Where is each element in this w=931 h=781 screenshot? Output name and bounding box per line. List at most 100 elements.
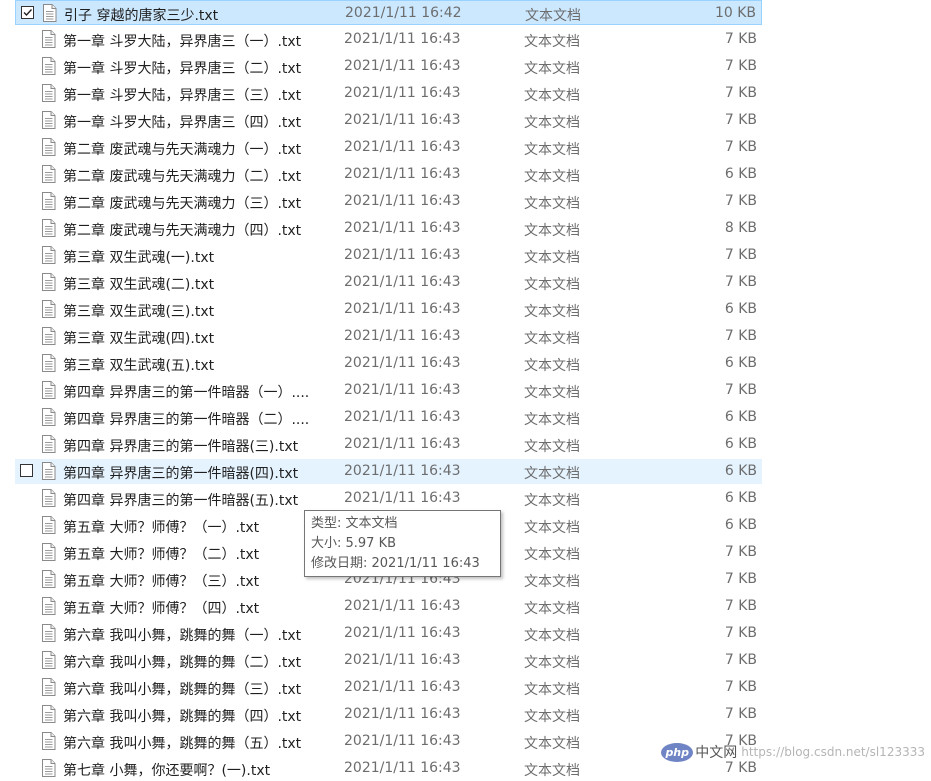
file-row[interactable]: 第三章 双生武魂(四).txt 2021/1/11 16:43 文本文档 7 KB: [15, 324, 762, 349]
file-row[interactable]: 第三章 双生武魂(一).txt 2021/1/11 16:43 文本文档 7 KB: [15, 243, 762, 268]
file-row[interactable]: 第四章 异界唐三的第一件暗器（二）.... 2021/1/11 16:43 文本文档…: [15, 405, 762, 430]
text-file-icon: [41, 30, 56, 48]
text-file-icon: [41, 138, 56, 156]
file-size: 7 KB: [724, 247, 757, 263]
file-modified-date: 2021/1/11 16:43: [344, 58, 461, 74]
file-type: 文本文档: [524, 331, 580, 347]
file-type: 文本文档: [524, 763, 580, 779]
file-modified-date: 2021/1/11 16:42: [345, 5, 462, 21]
file-row[interactable]: 第二章 废武魂与先天满魂力（一）.txt 2021/1/11 16:43 文本文档 7…: [15, 135, 762, 160]
file-row[interactable]: 第一章 斗罗大陆，异界唐三（二）.txt 2021/1/11 16:43 文本文档 7…: [15, 54, 762, 79]
text-file-icon: [41, 651, 56, 669]
tooltip-modified: 修改日期: 2021/1/11 16:43: [311, 556, 480, 571]
file-modified-date: 2021/1/11 16:43: [344, 463, 461, 479]
text-file-icon: [41, 462, 56, 480]
row-checkbox[interactable]: [20, 464, 33, 477]
file-row[interactable]: 第四章 异界唐三的第一件暗器(五).txt 2021/1/11 16:43 文本文档…: [15, 486, 762, 511]
file-type: 文本文档: [524, 412, 580, 428]
watermark-url: https://blog.csdn.net/sl123333: [741, 745, 925, 759]
text-file-icon: [41, 57, 56, 75]
file-type: 文本文档: [524, 358, 580, 374]
file-name: 第三章 双生武魂(一).txt: [63, 250, 215, 266]
file-type: 文本文档: [524, 601, 580, 617]
file-name: 第五章 大师？师傅？（二）.txt: [63, 547, 260, 563]
file-name: 第三章 双生武魂(三).txt: [63, 304, 215, 320]
file-row[interactable]: 第六章 我叫小舞，跳舞的舞（五）.txt 2021/1/11 16:43 文本文档 7…: [15, 729, 762, 754]
file-name: 第四章 异界唐三的第一件暗器(四).txt: [63, 466, 299, 482]
file-size: 7 KB: [724, 328, 757, 344]
file-row[interactable]: 第一章 斗罗大陆，异界唐三（一）.txt 2021/1/11 16:43 文本文档 7…: [15, 27, 762, 52]
file-info-tooltip: 类型: 文本文档 大小: 5.97 KB 修改日期: 2021/1/11 16:…: [304, 510, 501, 577]
file-row[interactable]: 第二章 废武魂与先天满魂力（二）.txt 2021/1/11 16:43 文本文档 6…: [15, 162, 762, 187]
file-type: 文本文档: [524, 115, 580, 131]
file-type: 文本文档: [524, 574, 580, 590]
file-type: 文本文档: [524, 655, 580, 671]
file-row[interactable]: 第二章 废武魂与先天满魂力（三）.txt 2021/1/11 16:43 文本文档 7…: [15, 189, 762, 214]
file-row[interactable]: 第一章 斗罗大陆，异界唐三（三）.txt 2021/1/11 16:43 文本文档 7…: [15, 81, 762, 106]
file-row[interactable]: 第五章 大师？师傅？（四）.txt 2021/1/11 16:43 文本文档 7 KB: [15, 594, 762, 619]
text-file-icon: [41, 381, 56, 399]
text-file-icon: [41, 327, 56, 345]
file-size: 6 KB: [724, 409, 757, 425]
file-row[interactable]: 第三章 双生武魂(二).txt 2021/1/11 16:43 文本文档 7 KB: [15, 270, 762, 295]
text-file-icon: [41, 759, 56, 777]
file-row[interactable]: 第七章 小舞，你还要啊？(一).txt 2021/1/11 16:43 文本文档 7 …: [15, 756, 762, 781]
file-name: 第六章 我叫小舞，跳舞的舞（四）.txt: [63, 709, 302, 725]
file-row[interactable]: 第六章 我叫小舞，跳舞的舞（一）.txt 2021/1/11 16:43 文本文档 7…: [15, 621, 762, 646]
file-size: 6 KB: [724, 166, 757, 182]
file-modified-date: 2021/1/11 16:43: [344, 706, 461, 722]
file-type: 文本文档: [524, 169, 580, 185]
file-row[interactable]: 第三章 双生武魂(三).txt 2021/1/11 16:43 文本文档 6 KB: [15, 297, 762, 322]
text-file-icon: [41, 273, 56, 291]
text-file-icon: [41, 192, 56, 210]
file-name: 第一章 斗罗大陆，异界唐三（四）.txt: [63, 115, 302, 131]
watermark: php 中文网 https://blog.csdn.net/sl123333: [661, 742, 925, 768]
text-file-icon: [42, 4, 57, 22]
file-row[interactable]: 第二章 废武魂与先天满魂力（四）.txt 2021/1/11 16:43 文本文档 8…: [15, 216, 762, 241]
file-row[interactable]: 第六章 我叫小舞，跳舞的舞（二）.txt 2021/1/11 16:43 文本文档 7…: [15, 648, 762, 673]
file-size: 7 KB: [724, 85, 757, 101]
row-checkbox[interactable]: [21, 6, 34, 19]
file-size: 7 KB: [724, 598, 757, 614]
file-modified-date: 2021/1/11 16:43: [344, 247, 461, 263]
file-modified-date: 2021/1/11 16:43: [344, 220, 461, 236]
watermark-site-name: 中文网: [695, 745, 738, 761]
file-row[interactable]: 第一章 斗罗大陆，异界唐三（四）.txt 2021/1/11 16:43 文本文档 7…: [15, 108, 762, 133]
file-row[interactable]: 第三章 双生武魂(五).txt 2021/1/11 16:43 文本文档 6 KB: [15, 351, 762, 376]
file-name: 第三章 双生武魂(五).txt: [63, 358, 215, 374]
file-size: 6 KB: [724, 355, 757, 371]
file-row[interactable]: 第六章 我叫小舞，跳舞的舞（三）.txt 2021/1/11 16:43 文本文档 7…: [15, 675, 762, 700]
text-file-icon: [41, 705, 56, 723]
file-row[interactable]: 第四章 异界唐三的第一件暗器(三).txt 2021/1/11 16:43 文本文档…: [15, 432, 762, 457]
file-name: 第六章 我叫小舞，跳舞的舞（一）.txt: [63, 628, 302, 644]
file-size: 7 KB: [724, 544, 757, 560]
file-name: 第六章 我叫小舞，跳舞的舞（二）.txt: [63, 655, 302, 671]
file-type: 文本文档: [524, 547, 580, 563]
file-name: 第二章 废武魂与先天满魂力（四）.txt: [63, 223, 302, 239]
file-row[interactable]: 第六章 我叫小舞，跳舞的舞（四）.txt 2021/1/11 16:43 文本文档 7…: [15, 702, 762, 727]
file-size: 6 KB: [724, 517, 757, 533]
text-file-icon: [41, 489, 56, 507]
file-type: 文本文档: [524, 277, 580, 293]
file-size: 7 KB: [724, 58, 757, 74]
file-row[interactable]: 第四章 异界唐三的第一件暗器（一）.... 2021/1/11 16:43 文本文档…: [15, 378, 762, 403]
file-type: 文本文档: [524, 466, 580, 482]
text-file-icon: [41, 543, 56, 561]
file-size: 7 KB: [724, 193, 757, 209]
file-name: 第五章 大师？师傅？（一）.txt: [63, 520, 260, 536]
text-file-icon: [41, 408, 56, 426]
file-row[interactable]: 第四章 异界唐三的第一件暗器(四).txt 2021/1/11 16:43 文本文档…: [15, 459, 762, 484]
file-type: 文本文档: [524, 385, 580, 401]
file-size: 6 KB: [724, 301, 757, 317]
file-name: 第三章 双生武魂(四).txt: [63, 331, 215, 347]
text-file-icon: [41, 570, 56, 588]
file-modified-date: 2021/1/11 16:43: [344, 139, 461, 155]
file-row[interactable]: 引子 穿越的唐家三少.txt 2021/1/11 16:42 文本文档 10 KB: [15, 0, 762, 25]
file-modified-date: 2021/1/11 16:43: [344, 490, 461, 506]
file-size: 7 KB: [724, 112, 757, 128]
file-name: 第二章 废武魂与先天满魂力（一）.txt: [63, 142, 302, 158]
file-modified-date: 2021/1/11 16:43: [344, 598, 461, 614]
file-modified-date: 2021/1/11 16:43: [344, 85, 461, 101]
file-type: 文本文档: [524, 682, 580, 698]
file-name: 第六章 我叫小舞，跳舞的舞（三）.txt: [63, 682, 302, 698]
